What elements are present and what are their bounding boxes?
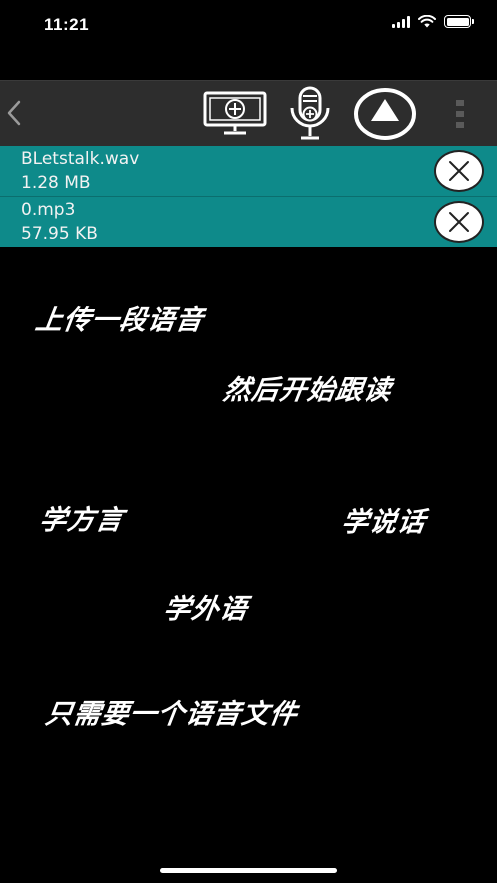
microphone-add-icon [290,86,330,140]
add-screen-button[interactable] [202,85,268,143]
chevron-left-icon [7,100,21,126]
wifi-icon [418,15,436,28]
file-row[interactable]: 0.mp3 57.95 KB [0,197,497,247]
promo-learn-foreign-language: 学外语 [161,594,250,625]
file-size: 1.28 MB [21,173,91,193]
toolbar [0,80,497,146]
status-icons [392,15,474,28]
cellular-signal-icon [392,15,410,28]
more-button[interactable] [446,85,474,143]
file-row[interactable]: BLetstalk.wav 1.28 MB [0,146,497,197]
status-time: 11:21 [44,15,90,34]
promo-learn-speaking: 学说话 [339,507,428,538]
home-indicator[interactable] [160,868,337,873]
promo-one-file-needed: 只需要一个语音文件 [43,699,300,730]
close-icon [449,212,469,232]
file-name: 0.mp3 [21,200,76,220]
status-bar: 11:21 [0,0,497,52]
battery-icon [444,15,474,28]
screen-add-icon [203,91,267,135]
more-vertical-icon [456,100,464,128]
record-button[interactable] [284,85,336,143]
file-size: 57.95 KB [21,224,98,244]
remove-file-button[interactable] [434,201,484,243]
upload-button[interactable] [351,85,419,143]
promo-start-shadowing: 然后开始跟读 [221,375,394,406]
upload-circle-icon [354,88,416,140]
back-button[interactable] [2,95,26,131]
file-name: BLetstalk.wav [21,149,140,169]
file-list: BLetstalk.wav 1.28 MB 0.mp3 57.95 KB [0,146,497,247]
remove-file-button[interactable] [434,150,484,192]
promo-learn-dialect: 学方言 [37,505,126,536]
promo-upload-voice: 上传一段语音 [33,305,206,336]
close-icon [449,161,469,181]
